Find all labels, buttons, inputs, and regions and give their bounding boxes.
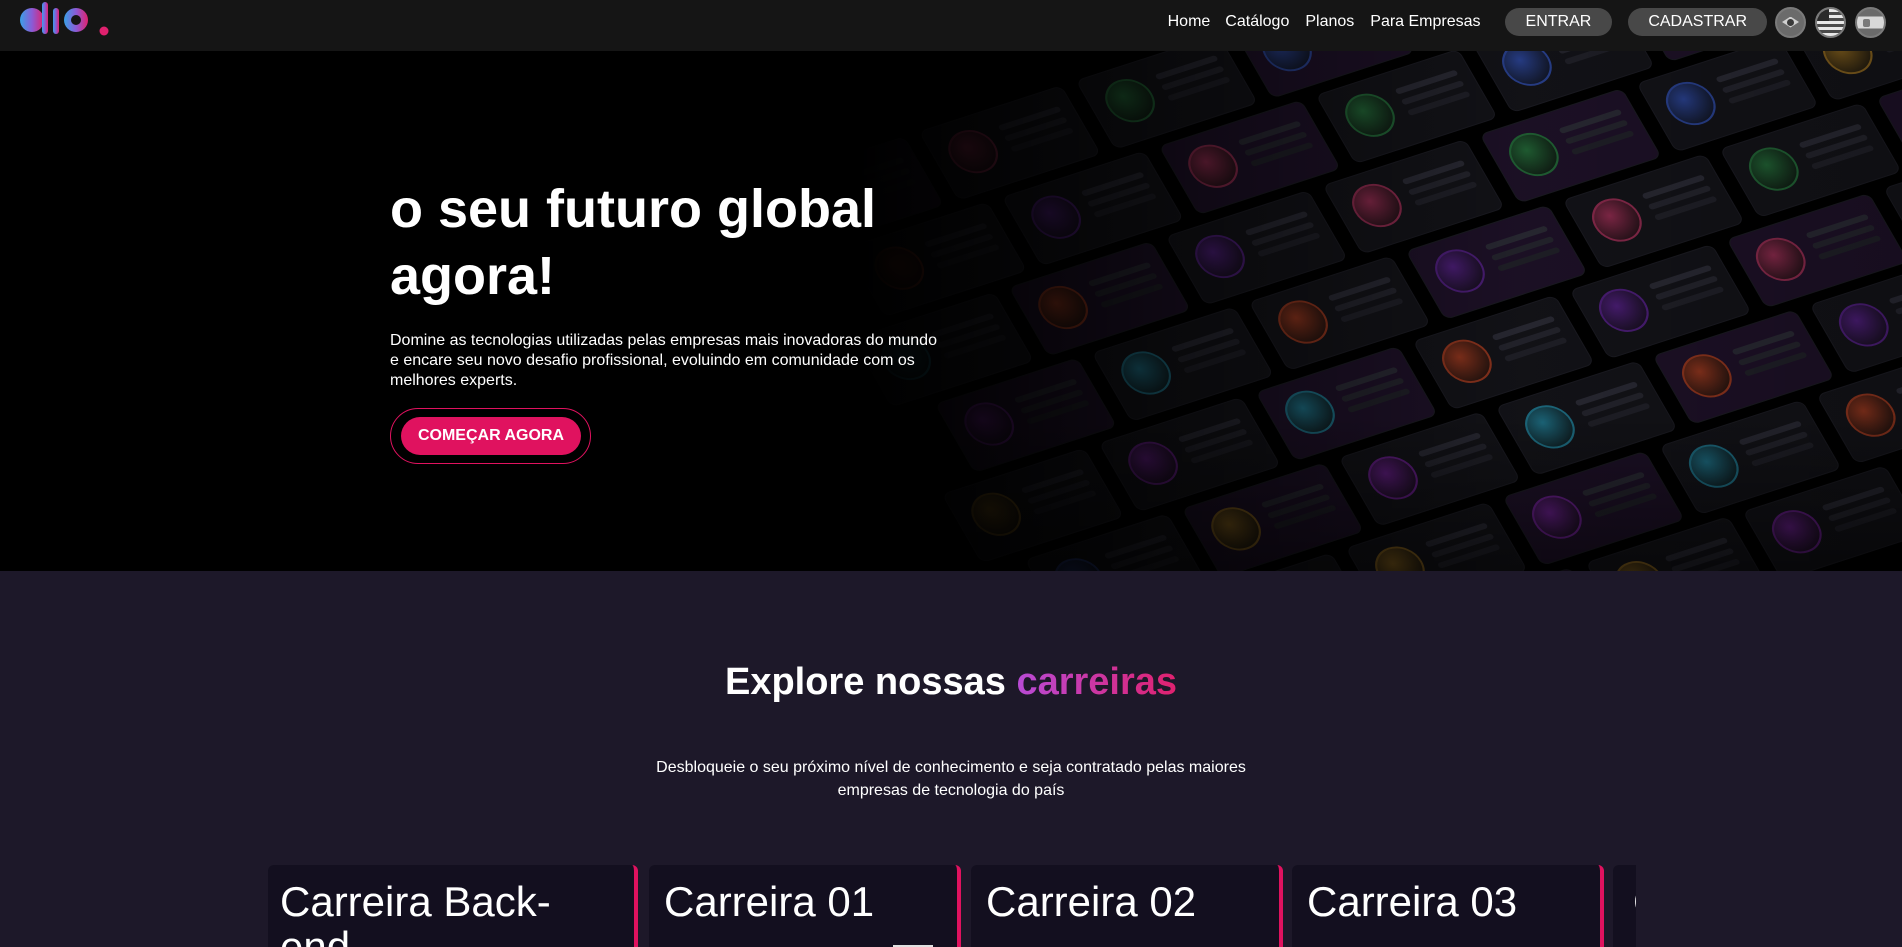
cta-ring: COMEÇAR AGORA [390,408,591,464]
nav-link-para-empresas[interactable]: Para Empresas [1370,13,1480,31]
nav-link-home[interactable]: Home [1168,13,1211,31]
dio-logo[interactable] [18,2,114,38]
brazil-flag-icon[interactable] [1775,6,1806,38]
career-card-title: Carreira 03 [1307,878,1518,925]
spain-flag-icon[interactable] [1855,6,1886,38]
career-card[interactable]: C [1613,865,1636,947]
section-title-accent: carreiras [1016,661,1178,703]
section-subtitle: Desbloqueie o seu próximo nível de conhe… [656,759,1246,799]
career-card-title: C [1633,879,1636,924]
nav-link-catalogo[interactable]: Catálogo [1225,13,1289,31]
usa-flag-icon[interactable] [1815,6,1846,38]
hero-title: o seu futuro global agora! [390,179,876,306]
entrar-button[interactable]: ENTRAR [1504,8,1613,36]
top-navbar: Home Catálogo Planos Para Empresas ENTRA… [0,0,1902,51]
career-card-title: Carreira Back-end [280,878,551,947]
career-card-title: Carreira 01 [664,878,875,925]
nav-link-planos[interactable]: Planos [1305,13,1354,31]
career-card[interactable]: Carreira Back-end [268,865,638,947]
section-title-plain: Explore nossas [724,661,1017,703]
section-title: Explore nossas carreiras [0,661,1902,704]
career-card[interactable]: Carreira 02 [971,865,1283,947]
career-card-title: Carreira 02 [986,878,1197,925]
nav-menu: Home Catálogo Planos Para Empresas ENTRA… [1168,0,1902,44]
hero-banner: o seu futuro global agora! Domine as tec… [0,51,1902,571]
comecar-agora-button[interactable]: COMEÇAR AGORA [401,417,581,455]
hero-description: Domine as tecnologias utilizadas pelas e… [390,332,937,389]
cadastrar-button[interactable]: CADASTRAR [1628,8,1767,36]
career-card[interactable]: Carreira 03 [1292,865,1604,947]
career-card[interactable]: Carreira 01 [649,865,961,947]
careers-carousel: Carreira Back-end Carreira 01 Carreira 0… [268,865,1636,947]
